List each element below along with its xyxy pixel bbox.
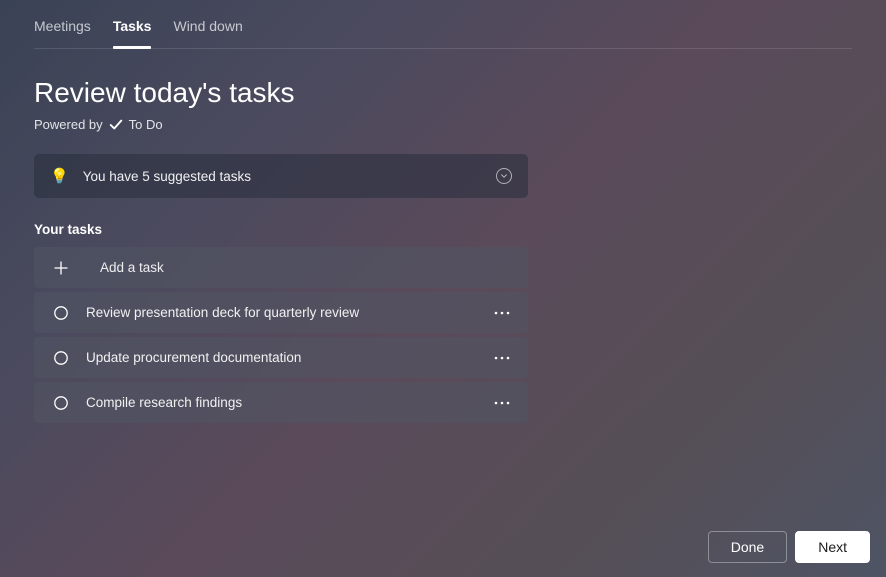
tab-wind-down[interactable]: Wind down (173, 18, 242, 40)
circle-icon[interactable] (52, 394, 70, 412)
powered-by-app: To Do (129, 117, 163, 132)
done-button[interactable]: Done (708, 531, 787, 563)
more-icon[interactable] (490, 391, 514, 415)
check-icon (109, 118, 123, 132)
your-tasks-label: Your tasks (34, 222, 852, 237)
add-task-row[interactable]: Add a task (34, 247, 528, 288)
footer: Done Next (708, 531, 870, 563)
task-row[interactable]: Update procurement documentation (34, 337, 528, 378)
task-title: Update procurement documentation (86, 350, 490, 365)
task-row[interactable]: Review presentation deck for quarterly r… (34, 292, 528, 333)
add-task-label: Add a task (100, 260, 164, 275)
more-icon[interactable] (490, 346, 514, 370)
more-icon[interactable] (490, 301, 514, 325)
lightbulb-icon: 💡 (50, 167, 69, 185)
tab-tasks[interactable]: Tasks (113, 18, 152, 40)
next-button[interactable]: Next (795, 531, 870, 563)
page-title: Review today's tasks (34, 77, 852, 109)
tab-bar: Meetings Tasks Wind down (34, 18, 852, 49)
powered-by: Powered by To Do (34, 117, 852, 132)
task-title: Review presentation deck for quarterly r… (86, 305, 490, 320)
powered-by-prefix: Powered by (34, 117, 103, 132)
suggested-tasks-bar[interactable]: 💡 You have 5 suggested tasks (34, 154, 528, 198)
circle-icon[interactable] (52, 304, 70, 322)
plus-icon (52, 259, 70, 277)
chevron-down-icon (496, 168, 512, 184)
task-list: Add a task Review presentation deck for … (34, 247, 528, 423)
tab-meetings[interactable]: Meetings (34, 18, 91, 40)
suggested-tasks-text: You have 5 suggested tasks (83, 169, 496, 184)
task-row[interactable]: Compile research findings (34, 382, 528, 423)
task-title: Compile research findings (86, 395, 490, 410)
circle-icon[interactable] (52, 349, 70, 367)
